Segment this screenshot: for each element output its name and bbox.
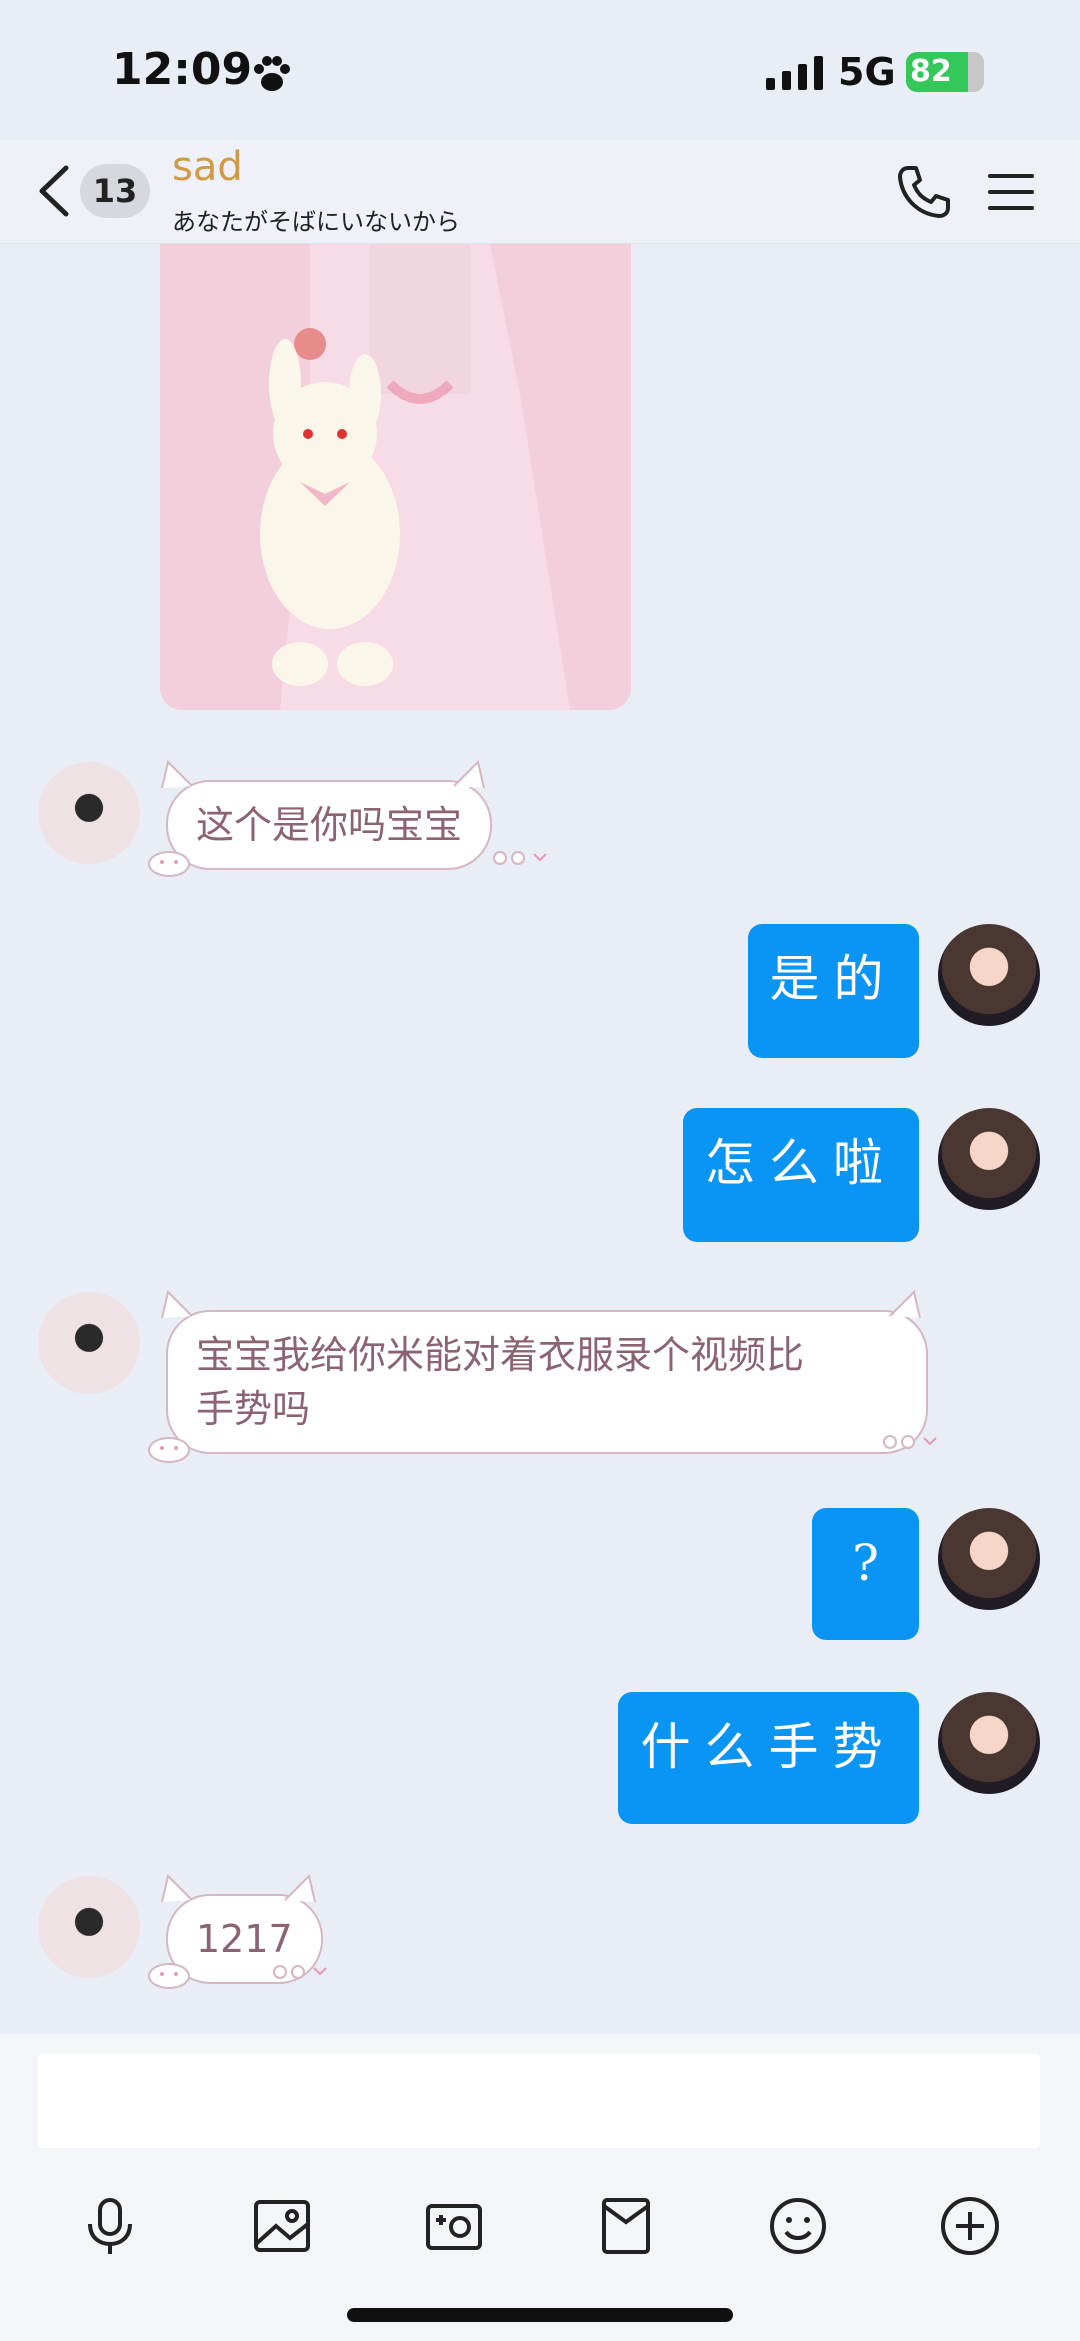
bubble-ear-decoration bbox=[161, 1874, 193, 1903]
my-avatar[interactable] bbox=[938, 1508, 1040, 1610]
status-bar: 12:09 5G 82 bbox=[0, 0, 1080, 140]
bubble-ear-decoration bbox=[284, 1874, 316, 1903]
contact-avatar[interactable] bbox=[38, 1292, 140, 1394]
outgoing-message[interactable]: 是的 bbox=[748, 924, 919, 1058]
message-text-line: 宝宝我给你米能对着衣服录个视频比 bbox=[196, 1333, 805, 1377]
hearts-decoration-icon bbox=[493, 851, 547, 865]
image-message[interactable] bbox=[160, 244, 631, 710]
contact-avatar[interactable] bbox=[38, 762, 140, 864]
my-avatar[interactable] bbox=[938, 1692, 1040, 1794]
bubble-ear-decoration bbox=[889, 1290, 921, 1319]
message-text-line: 手势吗 bbox=[196, 1387, 311, 1431]
input-area bbox=[0, 2034, 1080, 2341]
red-packet-icon[interactable] bbox=[594, 2194, 658, 2258]
back-icon[interactable] bbox=[34, 162, 74, 220]
camera-icon[interactable] bbox=[422, 2194, 486, 2258]
outgoing-message[interactable]: 怎么啦 bbox=[683, 1108, 919, 1242]
signal-icon bbox=[766, 56, 823, 90]
battery-level: 82 bbox=[910, 54, 952, 89]
bubble-ear-decoration bbox=[161, 1290, 193, 1319]
paw-icon bbox=[254, 56, 290, 91]
status-time: 12:09 bbox=[112, 44, 253, 95]
phone-call-icon[interactable] bbox=[896, 164, 952, 220]
bunny-sticker-icon bbox=[148, 1437, 190, 1463]
emoji-icon[interactable] bbox=[766, 2194, 830, 2258]
menu-icon[interactable] bbox=[988, 170, 1034, 214]
bunny-sticker-icon bbox=[148, 1963, 190, 1989]
unread-count-badge[interactable]: 13 bbox=[80, 164, 150, 218]
hearts-decoration-icon bbox=[273, 1965, 327, 1979]
message-input[interactable] bbox=[38, 2054, 1040, 2148]
home-indicator[interactable] bbox=[347, 2308, 733, 2322]
my-avatar[interactable] bbox=[938, 1108, 1040, 1210]
outgoing-message[interactable]: ? bbox=[812, 1508, 919, 1640]
bunny-sticker-icon bbox=[148, 851, 190, 877]
plus-icon[interactable] bbox=[938, 2194, 1002, 2258]
image-icon[interactable] bbox=[250, 2194, 314, 2258]
chat-screen: 12:09 5G 82 13 sad あなたがそばにいないから 这个是你吗宝宝 … bbox=[0, 0, 1080, 2341]
chat-title[interactable]: sad bbox=[172, 144, 243, 190]
microphone-icon[interactable] bbox=[78, 2194, 142, 2258]
incoming-message[interactable]: 这个是你吗宝宝 bbox=[161, 760, 493, 870]
my-avatar[interactable] bbox=[938, 924, 1040, 1026]
chat-header: 13 sad あなたがそばにいないから bbox=[0, 140, 1080, 244]
photo-illustration bbox=[160, 244, 631, 710]
hearts-decoration-icon bbox=[883, 1435, 937, 1449]
message-text: 1217 bbox=[196, 1917, 293, 1961]
bubble-ear-decoration bbox=[453, 760, 485, 789]
bubble-ear-decoration bbox=[161, 760, 193, 789]
incoming-message[interactable]: 宝宝我给你米能对着衣服录个视频比 手势吗 bbox=[161, 1290, 928, 1454]
battery-icon: 82 bbox=[906, 52, 984, 92]
chat-subtitle: あなたがそばにいないから bbox=[172, 208, 460, 236]
network-type: 5G bbox=[838, 50, 896, 94]
outgoing-message[interactable]: 什么手势 bbox=[618, 1692, 919, 1824]
message-text: 这个是你吗宝宝 bbox=[196, 803, 463, 847]
contact-avatar[interactable] bbox=[38, 1876, 140, 1978]
